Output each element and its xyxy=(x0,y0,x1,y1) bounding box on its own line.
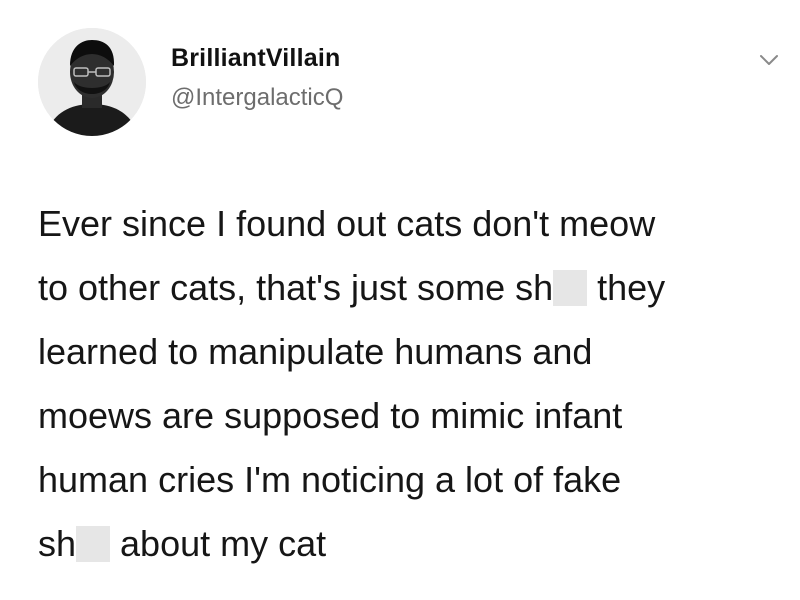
tweet-line: Ever since I found out cats don't meow xyxy=(38,203,656,244)
tweet-line: to other cats, that's just some sh they xyxy=(38,267,666,308)
redaction-block xyxy=(76,526,111,562)
tweet-line: moews are supposed to mimic infant xyxy=(38,395,623,436)
tweet-line: sh about my cat xyxy=(38,523,327,564)
author-display-name[interactable]: BrilliantVillain xyxy=(171,44,340,73)
tweet-card: BrilliantVillain @IntergalacticQ Ever si… xyxy=(0,0,800,600)
tweet-line: learned to manipulate humans and xyxy=(38,331,593,372)
chevron-down-icon[interactable] xyxy=(757,48,781,72)
redaction-block xyxy=(553,270,588,306)
tweet-text: Ever since I found out cats don't meow t… xyxy=(38,192,778,576)
tweet-line: human cries I'm noticing a lot of fake xyxy=(38,459,622,500)
avatar[interactable] xyxy=(38,28,146,136)
avatar-photo-icon xyxy=(38,28,146,136)
author-handle[interactable]: @IntergalacticQ xyxy=(171,84,343,112)
